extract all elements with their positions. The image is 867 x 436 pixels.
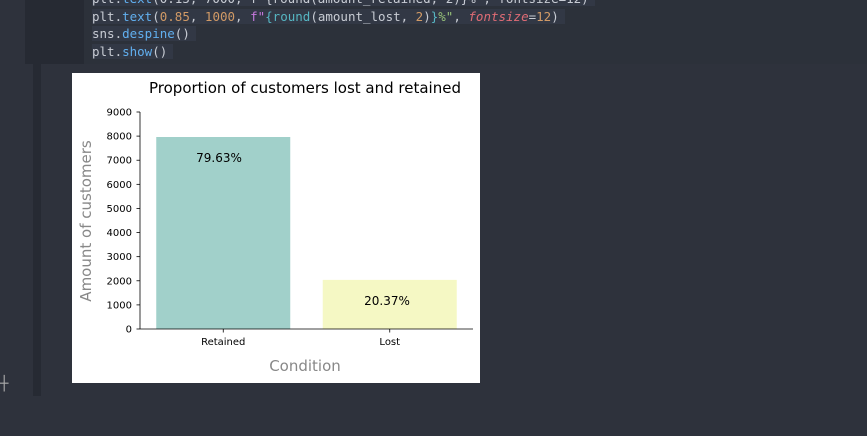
x-tick-label: Retained [201, 337, 245, 348]
y-tick-label: 5000 [107, 204, 132, 215]
y-tick-label: 3000 [107, 252, 132, 263]
y-tick-label: 9000 [107, 108, 132, 119]
code-line: plt.text(0.15, 7000, f"{round(amount_ret… [92, 0, 595, 6]
chart-title: Proportion of customers lost and retaine… [149, 79, 461, 97]
y-tick-label: 4000 [107, 228, 132, 239]
crosshair-cursor-icon: ┼ [0, 376, 9, 392]
y-tick-label: 8000 [107, 132, 132, 143]
data-label: 20.37% [364, 294, 410, 308]
cell-gutter [17, 0, 25, 64]
data-label: 79.63% [196, 151, 242, 165]
y-tick-label: 0 [126, 325, 132, 336]
y-tick-label: 6000 [107, 180, 132, 191]
y-tick-label: 2000 [107, 276, 132, 287]
y-axis-label: Amount of customers [77, 140, 95, 302]
output-collapse-bar[interactable] [33, 64, 41, 396]
bar-retained [156, 137, 291, 329]
x-tick-label: Lost [379, 337, 400, 348]
y-tick-label: 1000 [107, 300, 132, 311]
code-line: plt.show() [92, 43, 174, 59]
y-tick-label: 7000 [107, 156, 132, 167]
code-line: plt.text(0.85, 1000, f"{round(amount_los… [92, 8, 565, 24]
x-axis-label: Condition [269, 357, 341, 375]
chart-figure: Proportion of customers lost and retaine… [72, 73, 480, 383]
bar-chart: Proportion of customers lost and retaine… [77, 79, 473, 375]
code-line: sns.despine() [92, 26, 196, 41]
